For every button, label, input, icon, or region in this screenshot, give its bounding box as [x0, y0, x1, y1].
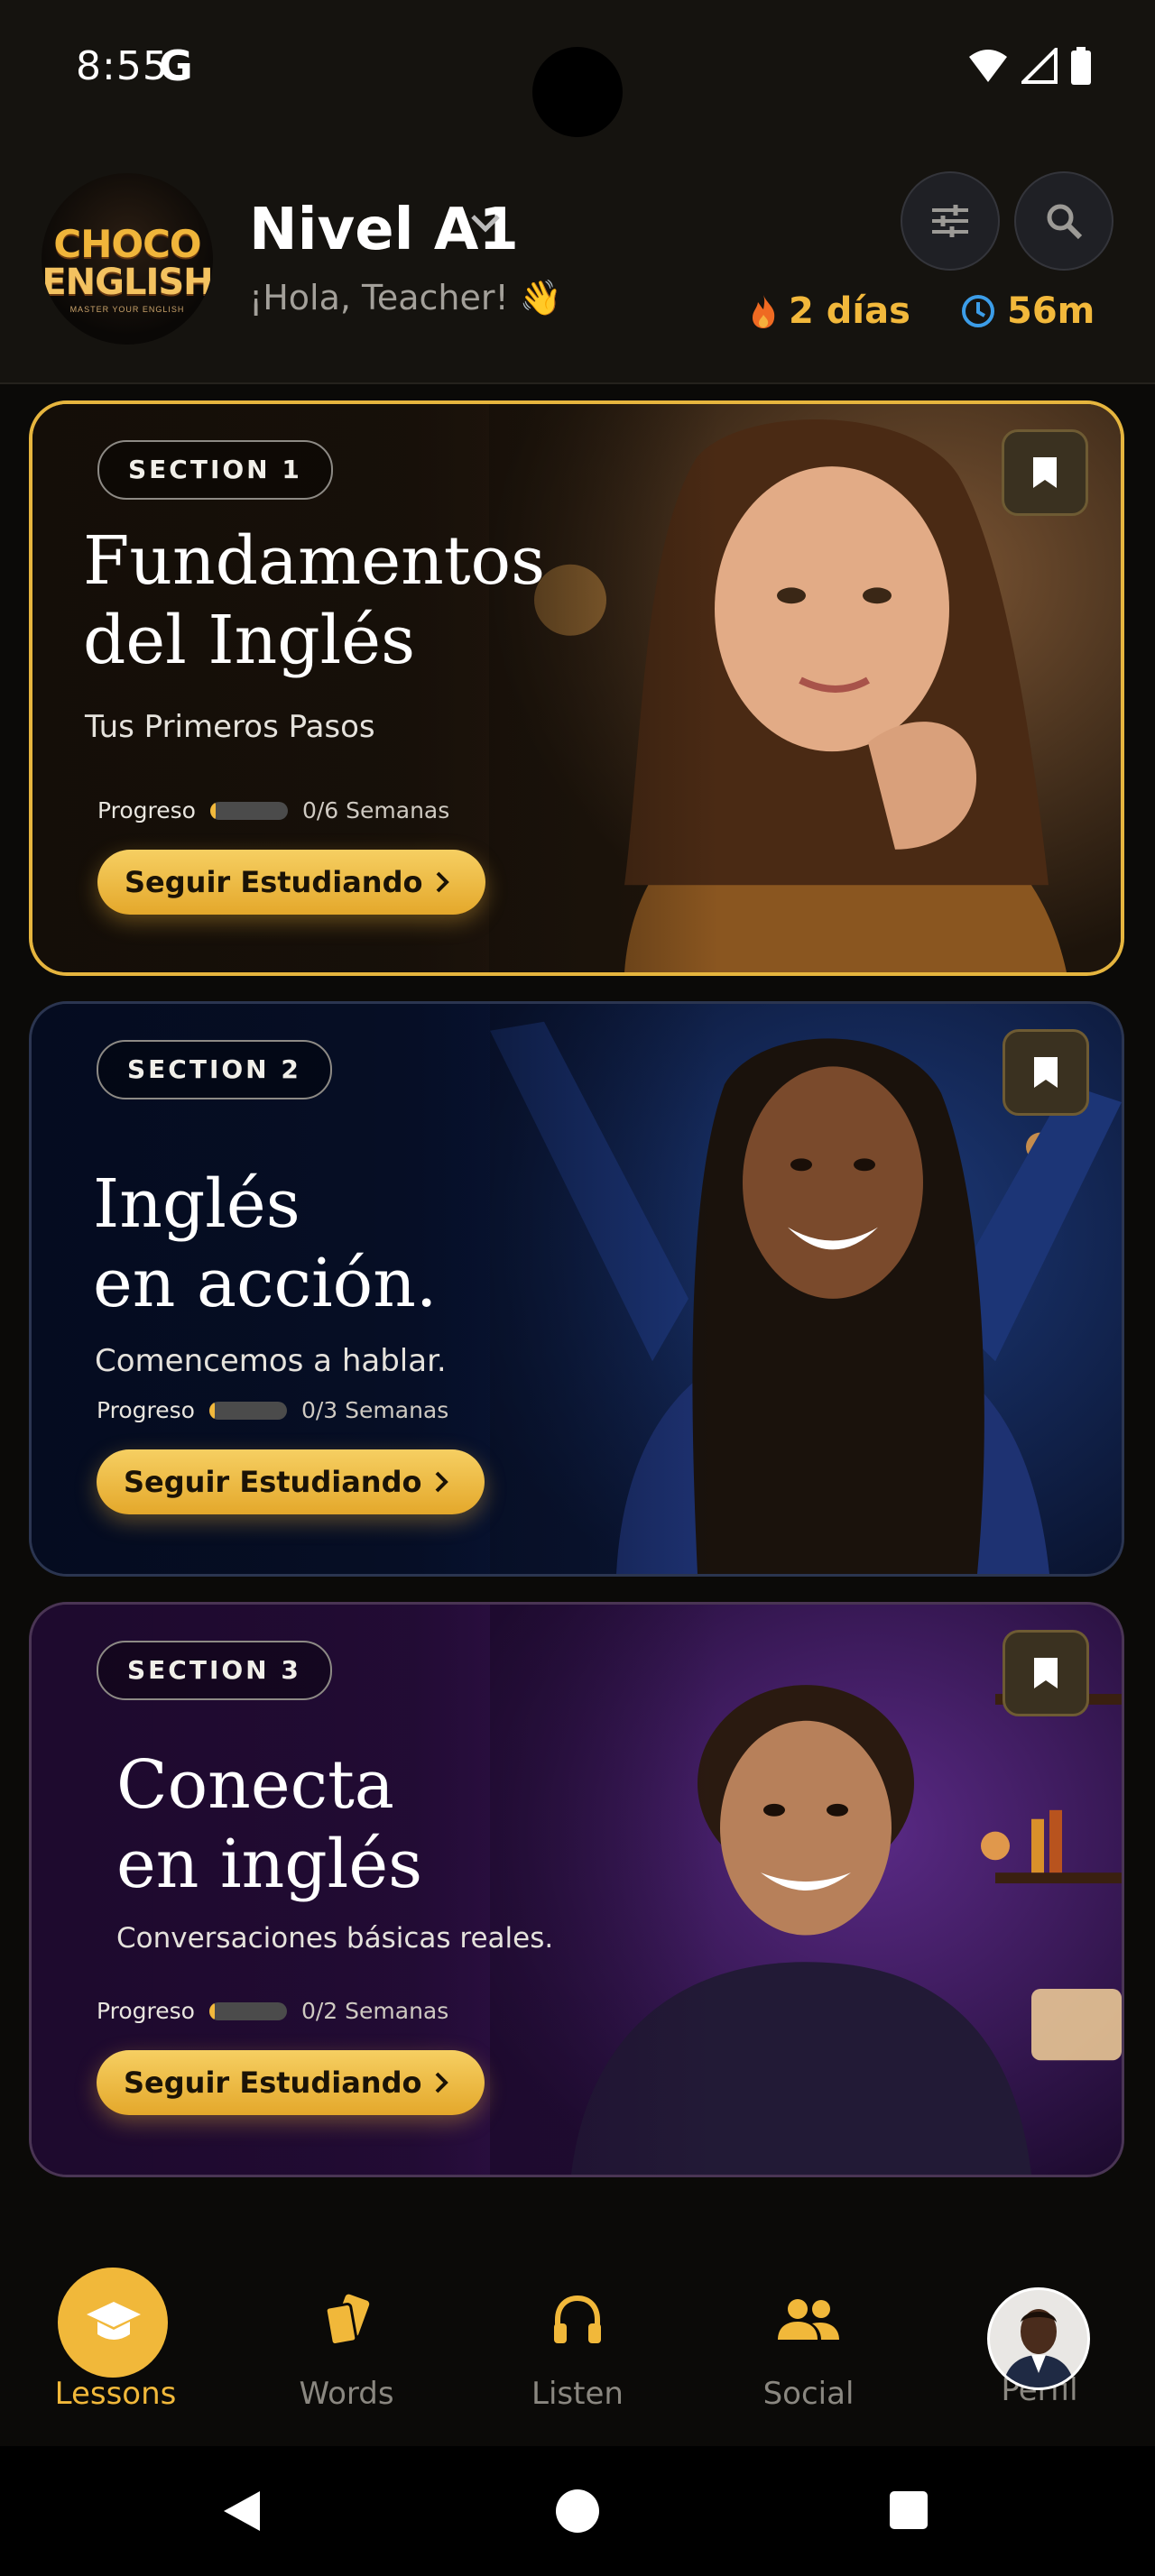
bookmark-button[interactable] — [1003, 1029, 1089, 1116]
chevron-right-icon — [436, 2072, 449, 2093]
study-time-text: 56m — [1007, 290, 1095, 332]
section-card-2[interactable]: SECTION 2 Inglés en acción. Comencemos a… — [29, 1001, 1124, 1577]
section-badge: SECTION 2 — [97, 1040, 332, 1099]
system-navigation-bar — [0, 2446, 1155, 2576]
clock-icon — [962, 295, 994, 327]
continue-studying-button[interactable]: Seguir Estudiando — [97, 2050, 485, 2115]
cta-label: Seguir Estudiando — [124, 1465, 422, 1499]
nav-label: Lessons — [54, 2376, 177, 2412]
home-icon[interactable] — [554, 2488, 601, 2535]
wifi-icon — [969, 50, 1007, 82]
progress-label: Progreso — [97, 797, 196, 823]
recents-icon[interactable] — [888, 2489, 929, 2531]
flame-icon — [753, 295, 775, 328]
progress-bar — [208, 1401, 287, 1420]
section-title: Inglés en acción. — [93, 1165, 438, 1322]
status-time: 8:55 — [76, 43, 169, 89]
camera-cutout — [532, 47, 623, 137]
graduation-cap-icon — [87, 2302, 141, 2340]
headphones-icon — [554, 2295, 601, 2343]
section-subtitle: Conversaciones básicas reales. — [116, 1922, 554, 1955]
progress-bar — [209, 801, 288, 820]
profile-photo — [990, 2290, 1087, 2387]
nav-label: Words — [299, 2376, 394, 2412]
app-header: CHOCO ENGLISH MASTER YOUR ENGLISH Nivel … — [0, 144, 1155, 384]
progress-count: 0/6 Semanas — [301, 797, 450, 823]
signal-icon — [1021, 48, 1058, 84]
people-icon — [778, 2299, 839, 2340]
cta-label: Seguir Estudiando — [125, 865, 423, 899]
progress-row: Progreso 0/3 Semanas — [97, 1397, 448, 1423]
logo-tagline: MASTER YOUR ENGLISH — [69, 305, 185, 314]
continue-studying-button[interactable]: Seguir Estudiando — [97, 1449, 485, 1514]
status-bar: 8:55 G — [0, 0, 1155, 144]
bookmark-icon — [1034, 1057, 1058, 1088]
progress-row: Progreso 0/6 Semanas — [97, 797, 449, 823]
search-button[interactable] — [1014, 171, 1113, 271]
filters-button[interactable] — [901, 171, 1000, 271]
bookmark-button[interactable] — [1002, 429, 1088, 516]
google-icon: G — [159, 41, 193, 90]
progress-count: 0/3 Semanas — [300, 1397, 449, 1423]
chevron-right-icon — [436, 1471, 449, 1493]
section-subtitle: Tus Primeros Pasos — [85, 709, 375, 745]
streak-counter: 2 días — [749, 290, 910, 332]
sliders-icon — [932, 205, 968, 237]
nav-label: Listen — [531, 2376, 624, 2412]
progress-label: Progreso — [97, 1998, 195, 2024]
bottom-navigation: Lessons Words Listen Social Perfil — [0, 2237, 1155, 2446]
bookmark-button[interactable] — [1003, 1630, 1089, 1716]
progress-count: 0/2 Semanas — [300, 1998, 449, 2024]
progress-label: Progreso — [97, 1397, 195, 1423]
study-time: 56m — [960, 290, 1095, 332]
cards-icon — [324, 2294, 370, 2346]
greeting: ¡Hola, Teacher! 👋 — [249, 278, 563, 317]
progress-row: Progreso 0/2 Semanas — [97, 1998, 448, 2024]
choco-english-logo: CHOCO ENGLISH MASTER YOUR ENGLISH — [42, 173, 213, 345]
battery-icon — [1071, 47, 1091, 85]
bookmark-icon — [1033, 457, 1057, 488]
logo-line-1: CHOCO — [53, 222, 201, 266]
section-badge: SECTION 1 — [97, 440, 333, 500]
section-badge: SECTION 3 — [97, 1641, 332, 1700]
back-icon[interactable] — [220, 2488, 263, 2535]
streak-text: 2 días — [789, 290, 910, 332]
avatar[interactable] — [987, 2287, 1090, 2390]
cta-label: Seguir Estudiando — [124, 2065, 422, 2100]
section-card-1[interactable]: SECTION 1 Fundamentos del Inglés Tus Pri… — [29, 400, 1124, 976]
chevron-down-icon[interactable] — [469, 213, 502, 235]
nav-label: Social — [762, 2376, 855, 2412]
continue-studying-button[interactable]: Seguir Estudiando — [97, 850, 486, 915]
chevron-right-icon — [437, 871, 450, 893]
bookmark-icon — [1034, 1658, 1058, 1688]
section-subtitle: Comencemos a hablar. — [95, 1343, 447, 1379]
search-icon — [1047, 204, 1083, 240]
status-icons — [967, 47, 1092, 85]
section-title: Conecta en inglés — [116, 1746, 423, 1903]
progress-bar — [208, 2001, 287, 2020]
section-title: Fundamentos del Inglés — [83, 522, 546, 679]
logo-line-2: ENGLISH — [42, 262, 213, 303]
section-card-3[interactable]: SECTION 3 Conecta en inglés Conversacion… — [29, 1602, 1124, 2177]
